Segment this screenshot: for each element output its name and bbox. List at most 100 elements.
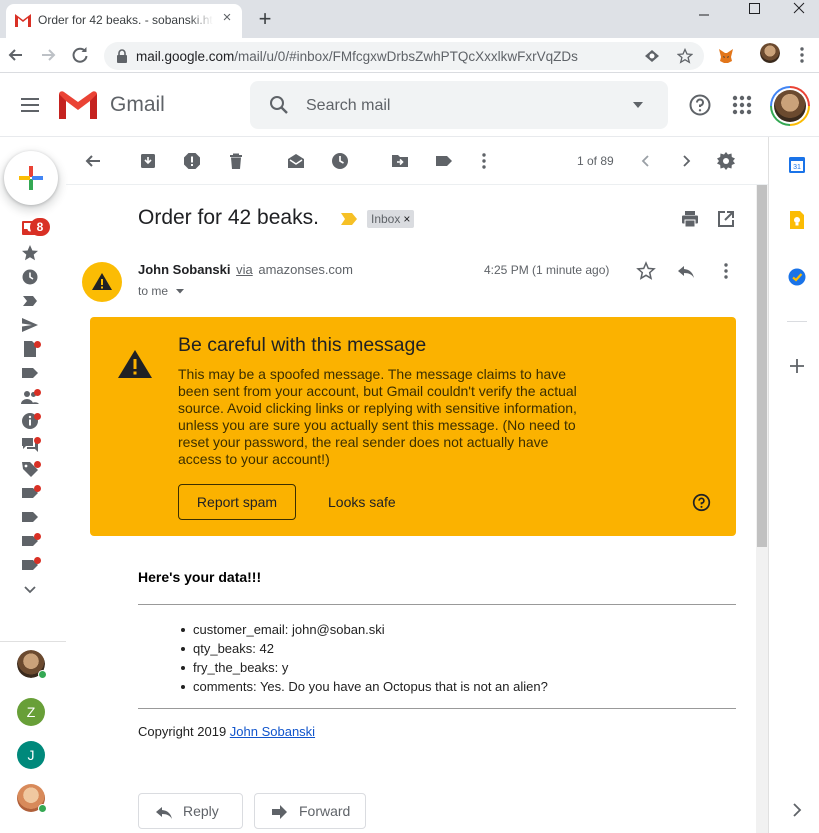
search-bar[interactable] — [250, 81, 668, 129]
tab-close-icon[interactable]: × — [218, 9, 236, 27]
back-to-inbox-icon[interactable] — [83, 151, 103, 171]
metamask-fox-icon[interactable] — [716, 46, 736, 66]
reload-icon[interactable] — [67, 42, 93, 68]
recipient-to-me[interactable]: to me — [138, 284, 168, 298]
settings-gear-icon[interactable] — [716, 151, 736, 171]
bookmark-star-icon[interactable] — [677, 48, 693, 64]
gmail-logo[interactable] — [59, 91, 97, 119]
reply-button[interactable]: Reply — [138, 793, 243, 829]
updates-item[interactable] — [20, 411, 41, 431]
compose-plus-icon — [19, 166, 43, 190]
search-icon[interactable] — [268, 94, 290, 116]
tasks-check-icon[interactable] — [787, 267, 807, 287]
looks-safe-button[interactable]: Looks safe — [322, 484, 402, 520]
more-options-icon[interactable] — [474, 151, 494, 171]
message-subject: Order for 42 beaks. — [138, 206, 319, 229]
eye-icon[interactable] — [644, 48, 660, 64]
online-status-dot — [38, 670, 47, 679]
search-options-icon[interactable] — [632, 99, 644, 111]
address-bar[interactable]: mail.google.com/mail/u/0/#inbox/FMfcgxwD… — [104, 42, 704, 70]
search-input[interactable] — [306, 95, 606, 117]
new-tab-button[interactable]: + — [253, 7, 277, 31]
keep-bulb-icon[interactable] — [787, 210, 807, 230]
label-icon[interactable] — [20, 363, 40, 383]
help-icon[interactable] — [688, 93, 712, 117]
back-arrow-icon[interactable] — [3, 42, 29, 68]
forward-arrow-icon[interactable] — [35, 42, 61, 68]
reply-arrow-icon — [156, 807, 172, 819]
via-domain: amazonses.com — [258, 262, 353, 277]
social-item[interactable] — [20, 387, 41, 407]
snoozed-clock-icon[interactable] — [20, 267, 40, 287]
snooze-clock-icon[interactable] — [330, 151, 350, 171]
warning-help-icon[interactable] — [692, 493, 711, 512]
more-chevron-down-icon[interactable] — [20, 579, 40, 599]
minimize-icon — [699, 14, 709, 16]
window-close-button[interactable] — [776, 0, 819, 30]
warning-triangle-icon — [118, 350, 152, 378]
main-menu-icon[interactable] — [18, 93, 42, 117]
apps-grid-icon[interactable] — [730, 93, 754, 117]
get-addons-plus-icon[interactable] — [787, 356, 807, 376]
hangout-contact-j[interactable]: J — [17, 741, 45, 769]
reply-arrow-icon[interactable] — [676, 261, 696, 281]
gmail-wordmark[interactable]: Gmail — [110, 93, 165, 117]
label-icon[interactable] — [20, 507, 40, 527]
updates-dot — [34, 413, 41, 420]
forward-button[interactable]: Forward — [254, 793, 366, 829]
sent-icon[interactable] — [20, 315, 40, 335]
profile-avatar[interactable] — [760, 43, 780, 63]
chrome-menu-icon[interactable] — [792, 45, 812, 65]
hangout-contact-z[interactable]: Z — [17, 698, 45, 726]
body-rule-top — [138, 604, 736, 605]
compose-button[interactable] — [4, 151, 58, 205]
via-link[interactable]: via — [236, 262, 253, 277]
sender-name[interactable]: John Sobanski — [138, 262, 230, 277]
starred-icon[interactable] — [20, 243, 40, 263]
warning-triangle-icon — [92, 273, 112, 290]
important-icon[interactable] — [20, 291, 40, 311]
inbox-label-chip[interactable]: Inbox × — [367, 210, 415, 228]
browser-tab[interactable]: Order for 42 beaks. - sobanski.ht × — [6, 4, 242, 38]
forward-label: Forward — [299, 803, 351, 819]
labels-icon[interactable] — [434, 151, 454, 171]
forums-dot — [34, 437, 41, 444]
report-spam-icon[interactable] — [182, 151, 202, 171]
scrollbar-thumb[interactable] — [757, 185, 767, 547]
forums-item[interactable] — [20, 435, 41, 455]
promotions-item[interactable] — [20, 459, 41, 479]
minimize-button[interactable] — [681, 0, 727, 30]
online-status-dot — [38, 804, 47, 813]
message-more-icon[interactable] — [716, 261, 736, 281]
label-item-1[interactable] — [20, 483, 41, 503]
calendar-icon[interactable]: 31 — [787, 155, 807, 175]
sender-line: John Sobanski via amazonses.com — [138, 262, 353, 277]
drafts-item[interactable] — [20, 339, 41, 359]
open-in-new-window-icon[interactable] — [716, 209, 736, 229]
important-marker-icon[interactable] — [341, 213, 357, 225]
delete-trash-icon[interactable] — [226, 151, 246, 171]
window-close-icon — [793, 2, 805, 14]
label-item-3[interactable] — [20, 555, 41, 575]
move-to-icon[interactable] — [390, 151, 410, 171]
show-details-caret-icon[interactable] — [175, 288, 185, 294]
list-item: qty_beaks: 42 — [181, 639, 548, 658]
reply-label: Reply — [183, 803, 219, 819]
expand-panel-chevron-icon[interactable] — [787, 800, 807, 820]
sender-warning-avatar[interactable] — [82, 262, 122, 302]
older-chevron-right-icon[interactable] — [676, 151, 696, 171]
label-item-2[interactable] — [20, 531, 41, 551]
remove-label-icon[interactable]: × — [403, 212, 410, 226]
newer-chevron-left-icon[interactable] — [636, 151, 656, 171]
mark-unread-icon[interactable] — [286, 151, 306, 171]
archive-icon[interactable] — [138, 151, 158, 171]
print-icon[interactable] — [680, 209, 700, 229]
label-dot — [34, 557, 41, 564]
author-link[interactable]: John Sobanski — [230, 724, 315, 739]
label-chip-text: Inbox — [371, 212, 401, 226]
report-spam-button[interactable]: Report spam — [178, 484, 296, 520]
maximize-button[interactable] — [730, 0, 776, 30]
star-icon[interactable] — [636, 261, 656, 281]
account-avatar[interactable] — [770, 86, 810, 126]
browser-tabstrip: Order for 42 beaks. - sobanski.ht × + — [0, 0, 819, 38]
